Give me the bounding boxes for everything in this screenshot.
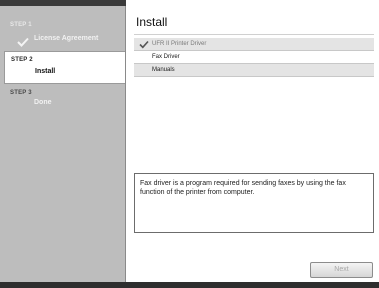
list-item-manuals[interactable]: Manuals bbox=[134, 64, 374, 77]
step-name-label: Install bbox=[35, 68, 56, 75]
description-box: Fax driver is a program required for sen… bbox=[134, 173, 374, 233]
step-name-label: License Agreement bbox=[34, 35, 99, 42]
list-item-fax-driver[interactable]: Fax Driver bbox=[134, 51, 374, 64]
step-number-label: STEP 3 bbox=[10, 90, 32, 96]
step-license-agreement: STEP 1 License Agreement bbox=[4, 18, 125, 48]
step-number-label: STEP 2 bbox=[11, 57, 33, 63]
checkmark-icon bbox=[139, 40, 149, 49]
step-install: STEP 2 Install bbox=[4, 51, 125, 84]
step-name-label: Done bbox=[34, 99, 52, 106]
steps-sidebar: STEP 1 License Agreement STEP 2 Install … bbox=[0, 6, 126, 282]
list-item-label: Manuals bbox=[152, 67, 175, 73]
list-item-ufr-ii-printer-driver[interactable]: UFR II Printer Driver bbox=[134, 38, 374, 51]
step-done: STEP 3 Done bbox=[4, 86, 125, 116]
component-list: UFR II Printer Driver Fax Driver Manuals bbox=[134, 34, 374, 78]
list-item-label: UFR II Printer Driver bbox=[152, 41, 207, 47]
bottom-bar bbox=[0, 282, 379, 288]
next-button[interactable]: Next bbox=[310, 262, 373, 278]
list-item-label: Fax Driver bbox=[152, 54, 180, 60]
page-title: Install bbox=[136, 15, 168, 29]
step-number-label: STEP 1 bbox=[10, 22, 32, 28]
checkmark-icon bbox=[17, 34, 29, 47]
installer-window: STEP 1 License Agreement STEP 2 Install … bbox=[0, 0, 379, 288]
